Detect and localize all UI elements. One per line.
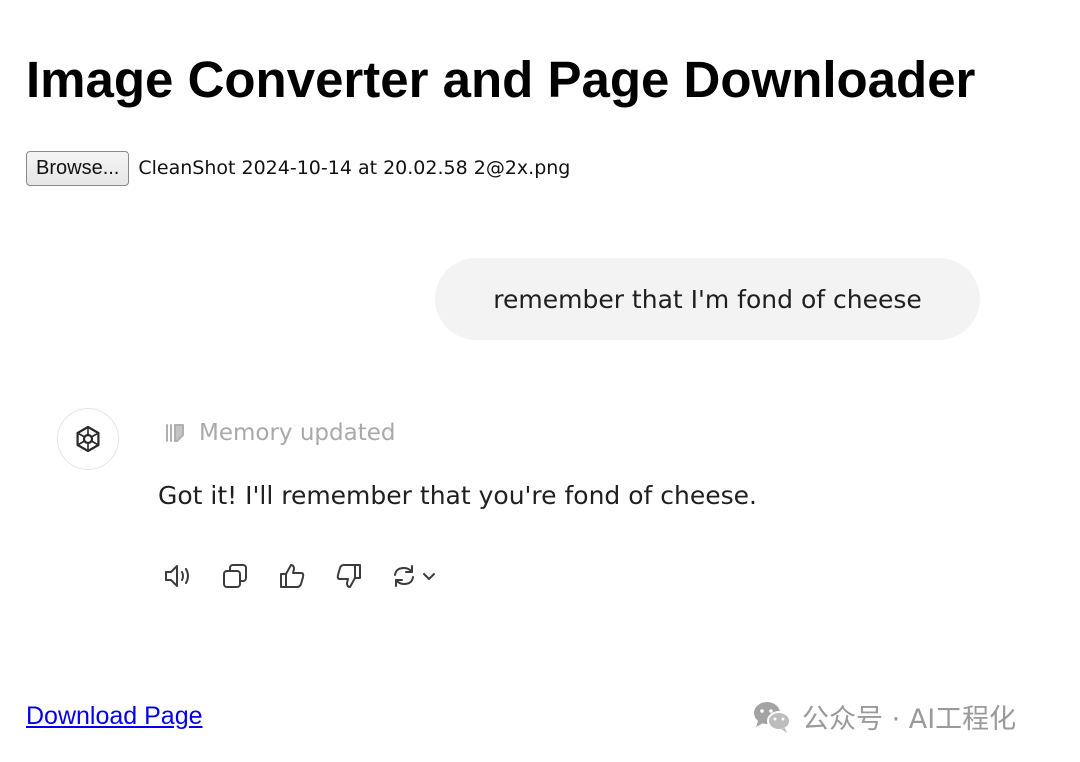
selected-file-name: CleanShot 2024-10-14 at 20.02.58 2@2x.pn… <box>138 157 571 179</box>
watermark: 公众号 · AI工程化 <box>752 697 1016 736</box>
browse-button[interactable]: Browse... <box>26 150 130 186</box>
assistant-message-text: Got it! I'll remember that you're fond o… <box>158 481 757 510</box>
file-input: Browse... CleanShot 2024-10-14 at 20.02.… <box>26 150 570 186</box>
download-page-link[interactable]: Download Page <box>26 702 203 731</box>
message-actions <box>160 558 448 594</box>
read-aloud-button[interactable] <box>160 558 196 594</box>
chevron-down-icon <box>423 573 435 580</box>
page-title: Image Converter and Page Downloader <box>26 51 976 108</box>
memory-icon <box>163 421 187 445</box>
wechat-icon <box>752 699 792 735</box>
openai-logo-icon <box>76 425 100 453</box>
good-response-button[interactable] <box>274 558 310 594</box>
memory-status-label: Memory updated <box>199 420 396 446</box>
memory-updated-status[interactable]: Memory updated <box>163 420 396 446</box>
regenerate-icon <box>394 565 414 587</box>
thumbs-up-icon <box>280 564 305 588</box>
assistant-avatar <box>57 408 119 470</box>
speaker-icon <box>165 565 189 587</box>
user-message-text: remember that I'm fond of cheese <box>493 284 922 314</box>
copy-button[interactable] <box>217 558 253 594</box>
regenerate-button[interactable] <box>388 558 448 594</box>
copy-icon <box>223 564 247 588</box>
user-message-bubble: remember that I'm fond of cheese <box>435 258 980 340</box>
bad-response-button[interactable] <box>331 558 367 594</box>
watermark-text: 公众号 · AI工程化 <box>802 704 1017 735</box>
thumbs-down-icon <box>336 564 361 588</box>
